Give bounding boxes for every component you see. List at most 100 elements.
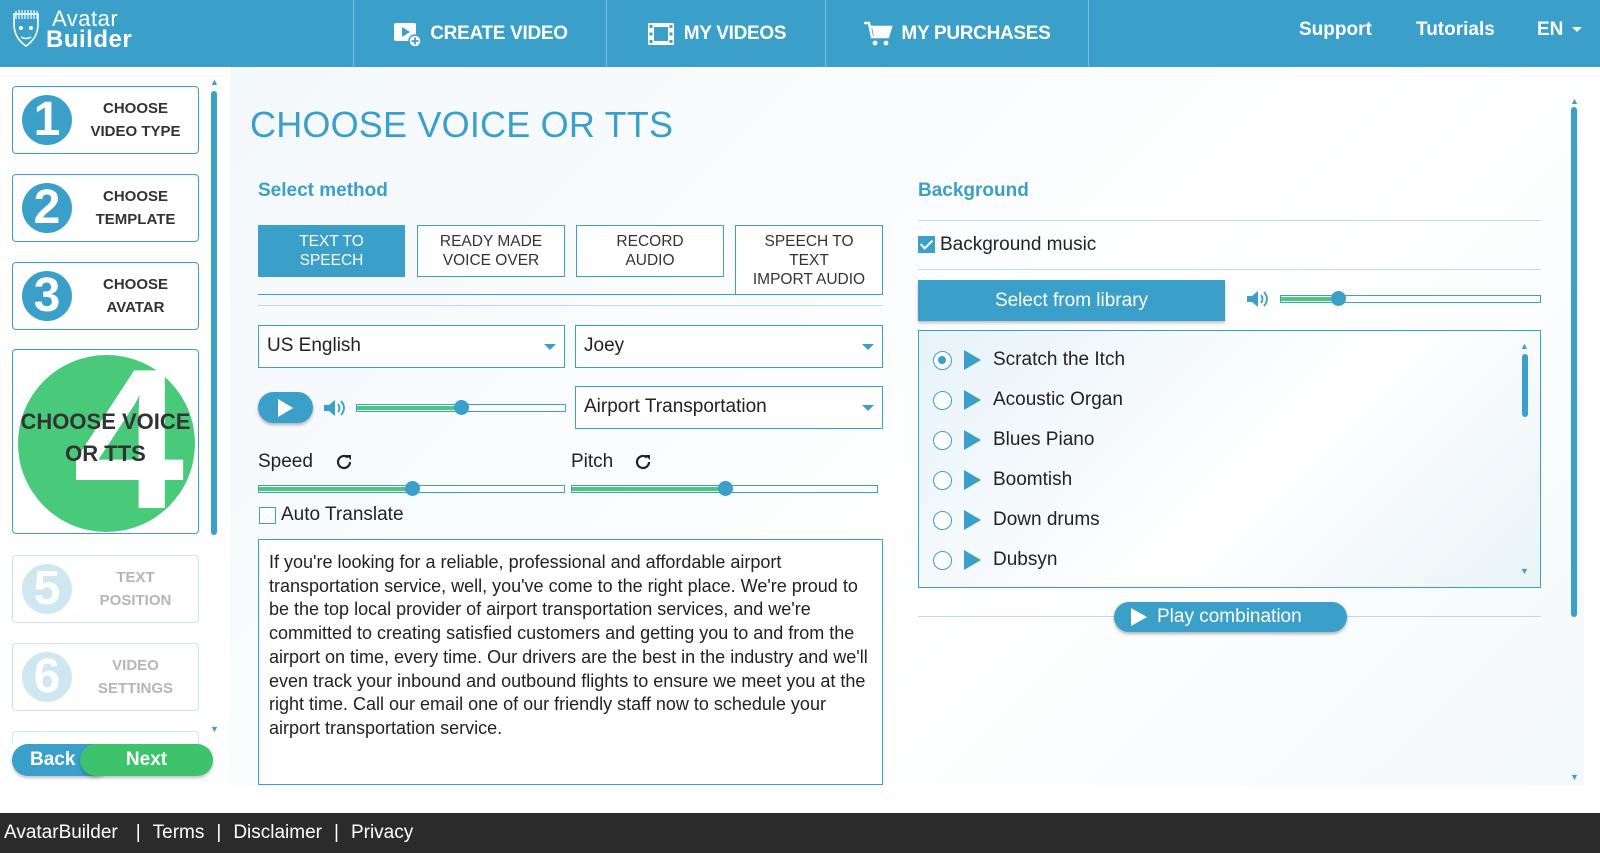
play-preview-icon[interactable] [964, 430, 981, 450]
tab-ready-made-voice-over[interactable]: READY MADE VOICE OVER [417, 225, 565, 277]
step-label: CHOOSE VOICE OR TTS [13, 406, 198, 470]
next-button[interactable]: Next [80, 744, 213, 776]
track-radio[interactable] [933, 350, 952, 370]
play-preview-icon[interactable] [964, 390, 981, 410]
nav-create-video[interactable]: CREATE VIDEO [353, 0, 606, 67]
step-text-position[interactable]: 5 TEXT POSITION [12, 555, 199, 623]
step-label-line-2: VIDEO TYPE [90, 123, 181, 140]
language-select-value: US English [267, 335, 361, 356]
track-list-scrollbar[interactable] [1522, 354, 1528, 417]
tts-script-textarea[interactable]: If you're looking for a reliable, profes… [258, 539, 883, 785]
track-radio[interactable] [933, 470, 952, 490]
step-label-line-2: POSITION [99, 592, 172, 609]
tab-speech-to-text-import-audio[interactable]: SPEECH TO TEXT IMPORT AUDIO [735, 225, 883, 295]
play-combination-button[interactable]: Play combination [1114, 602, 1347, 632]
step-next-partial [12, 731, 199, 743]
top-bar: Avatar Builder CREATE VIDEO MY VIDEOS MY… [0, 0, 1600, 67]
background-music-label: Background music [940, 234, 1097, 255]
scroll-up-arrow-icon[interactable]: ▲ [1520, 341, 1529, 351]
footer-separator: | [334, 822, 339, 843]
slider-knob[interactable] [1330, 291, 1346, 306]
pitch-slider[interactable] [571, 481, 878, 496]
speed-slider[interactable] [258, 481, 565, 496]
select-method-label: Select method [258, 180, 388, 201]
scroll-up-arrow-icon[interactable]: ▲ [1570, 96, 1579, 106]
tab-label-line-2: VOICE OVER [442, 252, 540, 269]
brand-logo[interactable]: Avatar Builder [10, 8, 133, 53]
speaker-icon [324, 400, 345, 416]
nav-my-purchases[interactable]: MY PURCHASES [825, 0, 1089, 67]
scroll-down-arrow-icon[interactable]: ▼ [1520, 566, 1529, 576]
music-track-item[interactable]: Dubsyn [933, 545, 1057, 575]
tutorials-link[interactable]: Tutorials [1416, 19, 1495, 41]
track-radio[interactable] [933, 550, 952, 570]
voice-volume-slider[interactable] [356, 400, 566, 415]
nav-create-video-label: CREATE VIDEO [430, 22, 568, 44]
track-radio[interactable] [933, 390, 952, 410]
step-label-line-1: CHOOSE [102, 188, 168, 205]
auto-translate-checkbox[interactable] [259, 507, 276, 524]
play-voice-button[interactable] [258, 392, 313, 423]
play-preview-icon[interactable] [964, 550, 981, 570]
step-choose-avatar[interactable]: 3 CHOOSE AVATAR [12, 262, 199, 330]
music-track-item[interactable]: Scratch the Itch [933, 345, 1125, 375]
step-label: CHOOSE TEMPLATE [77, 175, 194, 241]
speaker-icon [1247, 291, 1268, 307]
step-label: CHOOSE AVATAR [77, 263, 194, 329]
background-divider [918, 269, 1541, 270]
play-preview-icon[interactable] [964, 350, 981, 370]
language-select[interactable]: US English [258, 325, 565, 368]
chevron-down-icon [862, 344, 874, 350]
slider-knob[interactable] [404, 481, 420, 496]
reset-pitch-icon[interactable] [632, 451, 654, 473]
music-track-item[interactable]: Blues Piano [933, 425, 1094, 455]
track-name: Boomtish [993, 469, 1073, 490]
background-music-checkbox[interactable] [918, 236, 935, 253]
slider-fill [572, 487, 725, 491]
language-selector[interactable]: EN [1537, 19, 1583, 41]
step-choose-template[interactable]: 2 CHOOSE TEMPLATE [12, 174, 199, 242]
footer-disclaimer-link[interactable]: Disclaimer [233, 822, 322, 844]
step-choose-voice-or-tts[interactable]: 4 CHOOSE VOICE OR TTS [12, 349, 199, 534]
track-radio[interactable] [933, 510, 952, 530]
play-preview-icon[interactable] [964, 470, 981, 490]
scroll-down-arrow-icon[interactable]: ▼ [1570, 772, 1579, 782]
footer-privacy-link[interactable]: Privacy [351, 822, 413, 844]
footer-separator: | [135, 822, 141, 843]
slider-knob[interactable] [717, 481, 733, 496]
nav-my-videos[interactable]: MY VIDEOS [606, 0, 825, 67]
slider-knob[interactable] [454, 400, 469, 415]
tab-label-line-1: READY MADE [439, 233, 543, 250]
music-track-item[interactable]: Boomtish [933, 465, 1072, 495]
slider-fill [259, 487, 412, 491]
step-number-icon: 2 [22, 183, 72, 233]
tab-label-line-2: TEXT [789, 251, 829, 269]
music-track-item[interactable]: Acoustic Organ [933, 385, 1123, 415]
tab-text-to-speech[interactable]: TEXT TO SPEECH [258, 225, 405, 277]
play-icon [278, 399, 293, 417]
support-link[interactable]: Support [1299, 19, 1372, 41]
sidebar-scrollbar[interactable] [211, 91, 217, 535]
step-choose-video-type[interactable]: 1 CHOOSE VIDEO TYPE [12, 86, 199, 154]
scroll-up-arrow-icon[interactable]: ▲ [210, 77, 219, 87]
music-track-item[interactable]: Down drums [933, 505, 1100, 535]
track-radio[interactable] [933, 430, 952, 450]
step-label-line-2: TEMPLATE [95, 211, 176, 228]
reset-speed-icon[interactable] [333, 451, 355, 473]
brand-line-2: Builder [46, 26, 133, 53]
music-volume-slider[interactable] [1280, 291, 1541, 306]
main-scrollbar[interactable] [1571, 107, 1577, 617]
step-label: CHOOSE VIDEO TYPE [77, 87, 194, 153]
footer-terms-link[interactable]: Terms [153, 822, 205, 844]
script-template-select[interactable]: Airport Transportation [575, 386, 883, 429]
step-video-settings[interactable]: 6 VIDEO SETTINGS [12, 643, 199, 711]
step-number-icon: 1 [22, 95, 72, 145]
track-name: Acoustic Organ [993, 389, 1123, 410]
select-from-library-button[interactable]: Select from library [918, 280, 1225, 321]
play-preview-icon[interactable] [964, 510, 981, 530]
step-label-line-1: CHOOSE VOICE [20, 409, 191, 434]
voice-select[interactable]: Joey [575, 325, 883, 368]
tab-record-audio[interactable]: RECORD AUDIO [576, 225, 724, 277]
play-combination-label: Play combination [1157, 606, 1302, 627]
scroll-down-arrow-icon[interactable]: ▼ [210, 724, 219, 734]
